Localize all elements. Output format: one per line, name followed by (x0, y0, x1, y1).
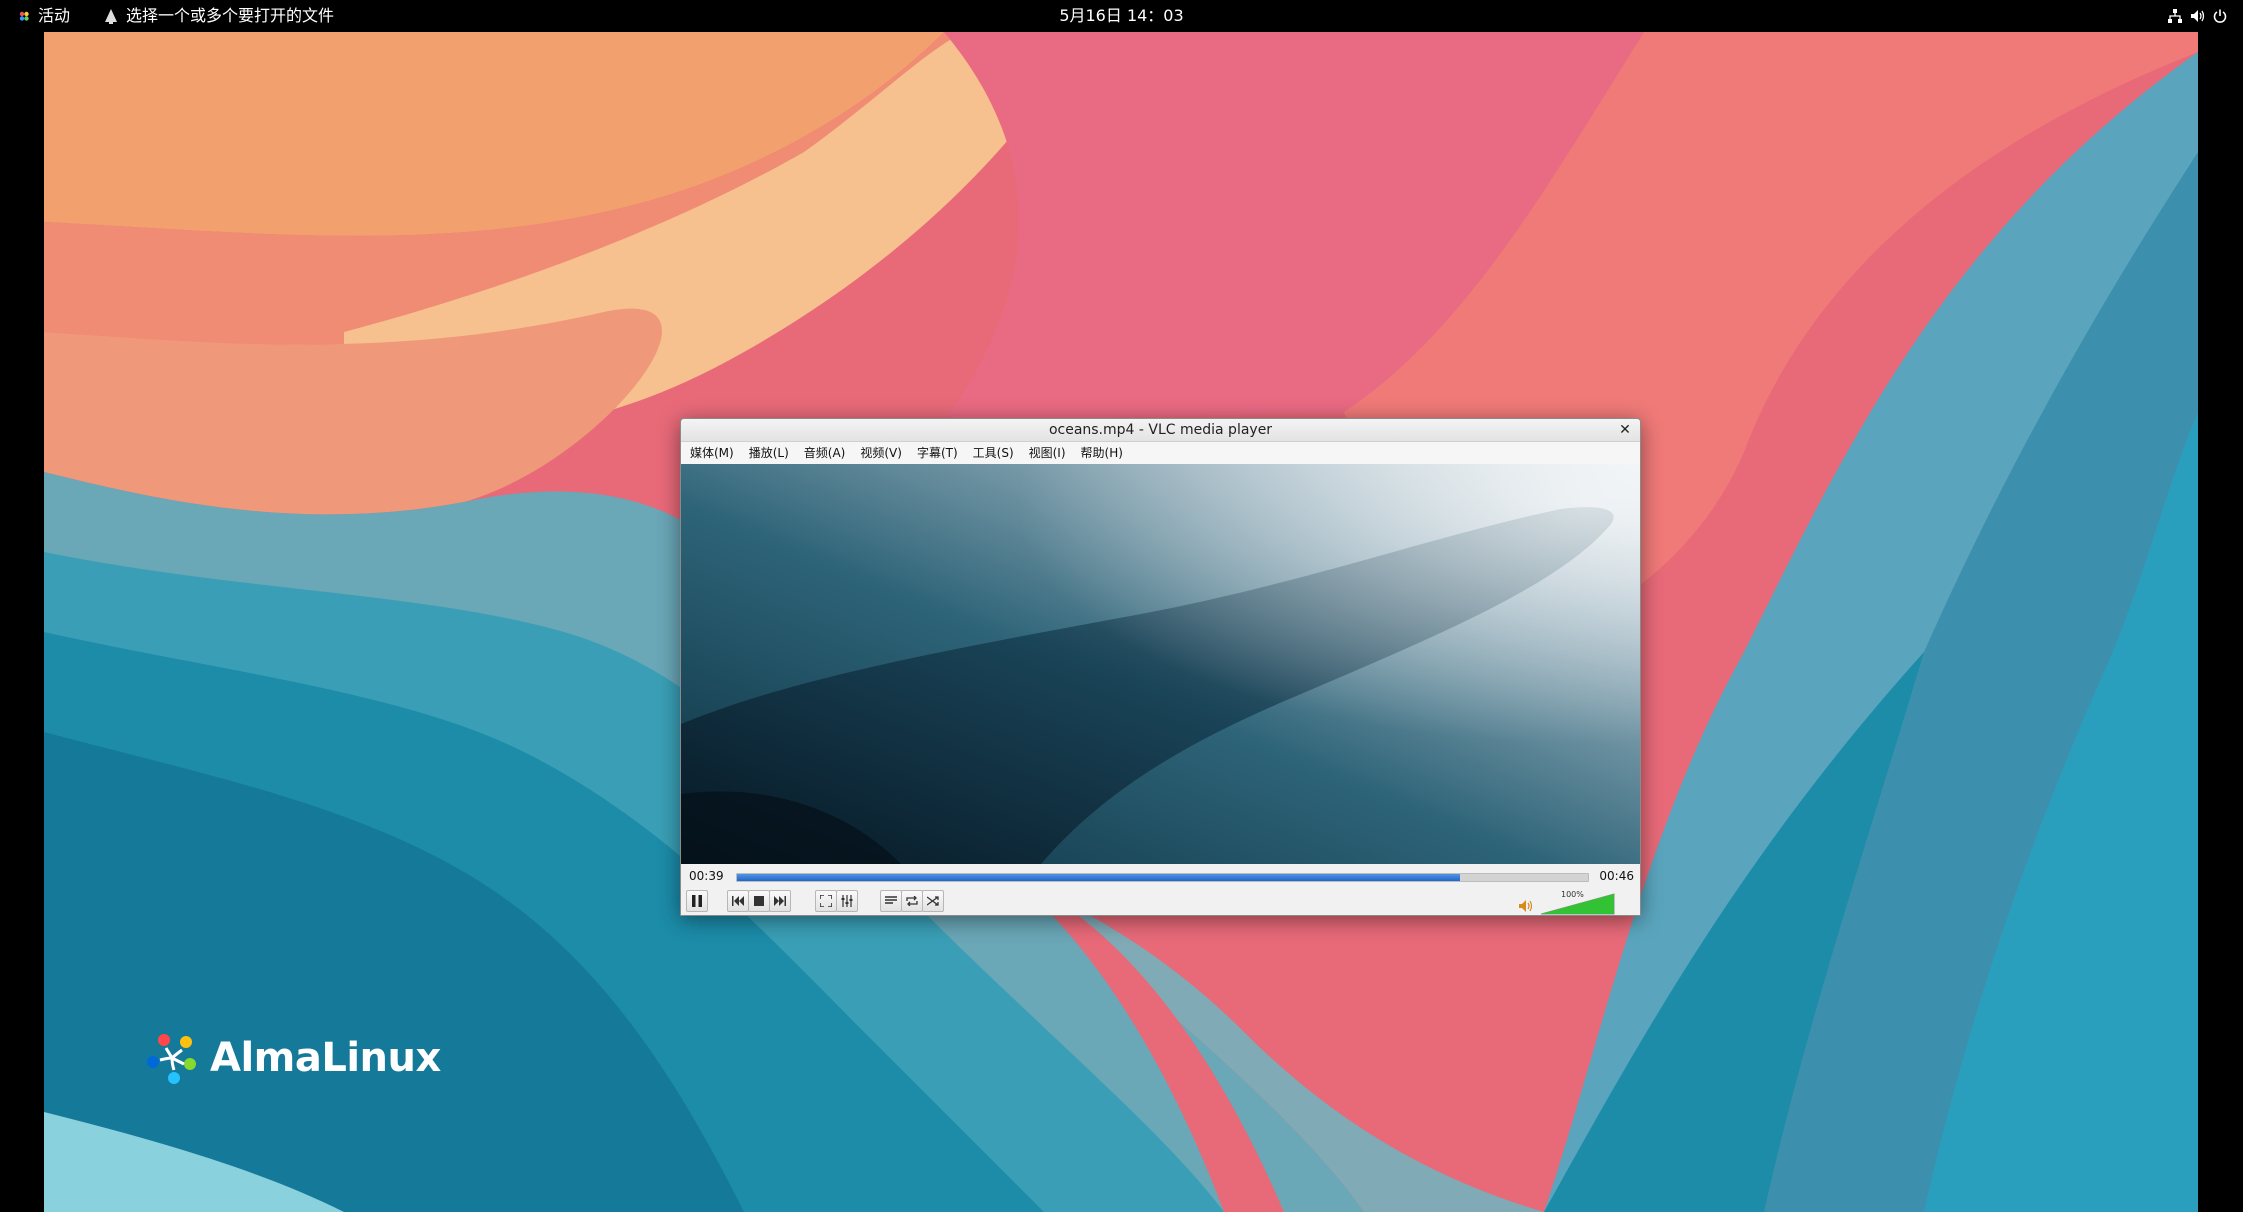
video-area[interactable] (681, 464, 1640, 864)
time-elapsed: 00:39 (689, 869, 724, 883)
seek-bar-fill (737, 874, 1461, 881)
control-bar: 100% (681, 888, 1640, 915)
pause-button[interactable] (686, 890, 708, 912)
almalinux-logo-icon (147, 1034, 196, 1084)
menu-playback[interactable]: 播放(L) (749, 442, 796, 464)
stop-icon (754, 896, 764, 906)
fullscreen-icon (820, 895, 832, 907)
system-tray[interactable] (2168, 0, 2227, 32)
menu-tools[interactable]: 工具(S) (973, 442, 1021, 464)
app-menu-label: 选择一个或多个要打开的文件 (126, 6, 335, 25)
vlc-window[interactable]: oceans.mp4 - VLC media player ✕ 媒体(M) 播放… (680, 418, 1641, 916)
volume-slider[interactable] (1541, 893, 1615, 915)
network-icon[interactable] (2168, 9, 2182, 23)
next-button[interactable] (769, 890, 791, 912)
stop-button[interactable] (748, 890, 770, 912)
seek-row: 00:39 00:46 (681, 864, 1640, 888)
next-icon (774, 896, 786, 906)
activities-label: 活动 (38, 6, 71, 25)
shuffle-button[interactable] (922, 890, 944, 912)
pause-icon (692, 895, 702, 907)
activities-button[interactable]: 活动 (18, 0, 70, 32)
volume-icon[interactable] (2190, 9, 2205, 23)
app-menu[interactable]: 选择一个或多个要打开的文件 (104, 0, 334, 32)
previous-icon (732, 896, 744, 906)
close-button[interactable]: ✕ (1616, 419, 1634, 441)
seek-bar[interactable] (736, 873, 1589, 882)
menu-media[interactable]: 媒体(M) (690, 442, 741, 464)
activities-icon (19, 11, 29, 21)
menu-audio[interactable]: 音频(A) (804, 442, 853, 464)
speaker-icon[interactable] (1519, 900, 1533, 912)
window-title: oceans.mp4 - VLC media player (1048, 422, 1273, 438)
power-icon[interactable] (2213, 9, 2227, 23)
extended-settings-button[interactable] (836, 890, 858, 912)
window-titlebar[interactable]: oceans.mp4 - VLC media player ✕ (681, 419, 1640, 442)
menu-bar: 媒体(M) 播放(L) 音频(A) 视频(V) 字幕(T) 工具(S) 视图(I… (681, 442, 1640, 464)
shuffle-icon (927, 896, 939, 906)
playlist-button[interactable] (880, 890, 902, 912)
time-total[interactable]: 00:46 (1599, 869, 1634, 883)
loop-button[interactable] (901, 890, 923, 912)
almalinux-logo-text: AlmaLinux (210, 1035, 441, 1081)
app-icon (105, 9, 117, 24)
menu-view[interactable]: 视图(I) (1029, 442, 1073, 464)
loop-icon (906, 896, 918, 906)
playlist-icon (885, 896, 897, 904)
menu-video[interactable]: 视频(V) (860, 442, 909, 464)
top-bar: 活动 选择一个或多个要打开的文件 5月16日 14：03 (0, 0, 2243, 32)
clock: 5月16日 14：03 (0, 0, 2243, 32)
fullscreen-button[interactable] (815, 890, 837, 912)
clock-label[interactable]: 5月16日 14：03 (1059, 0, 1183, 32)
sliders-icon (841, 895, 853, 907)
menu-help[interactable]: 帮助(H) (1081, 442, 1130, 464)
menu-subtitle[interactable]: 字幕(T) (917, 442, 965, 464)
volume-control[interactable]: 100% (1519, 890, 1619, 915)
previous-button[interactable] (727, 890, 749, 912)
almalinux-logo: AlmaLinux (144, 1030, 441, 1086)
